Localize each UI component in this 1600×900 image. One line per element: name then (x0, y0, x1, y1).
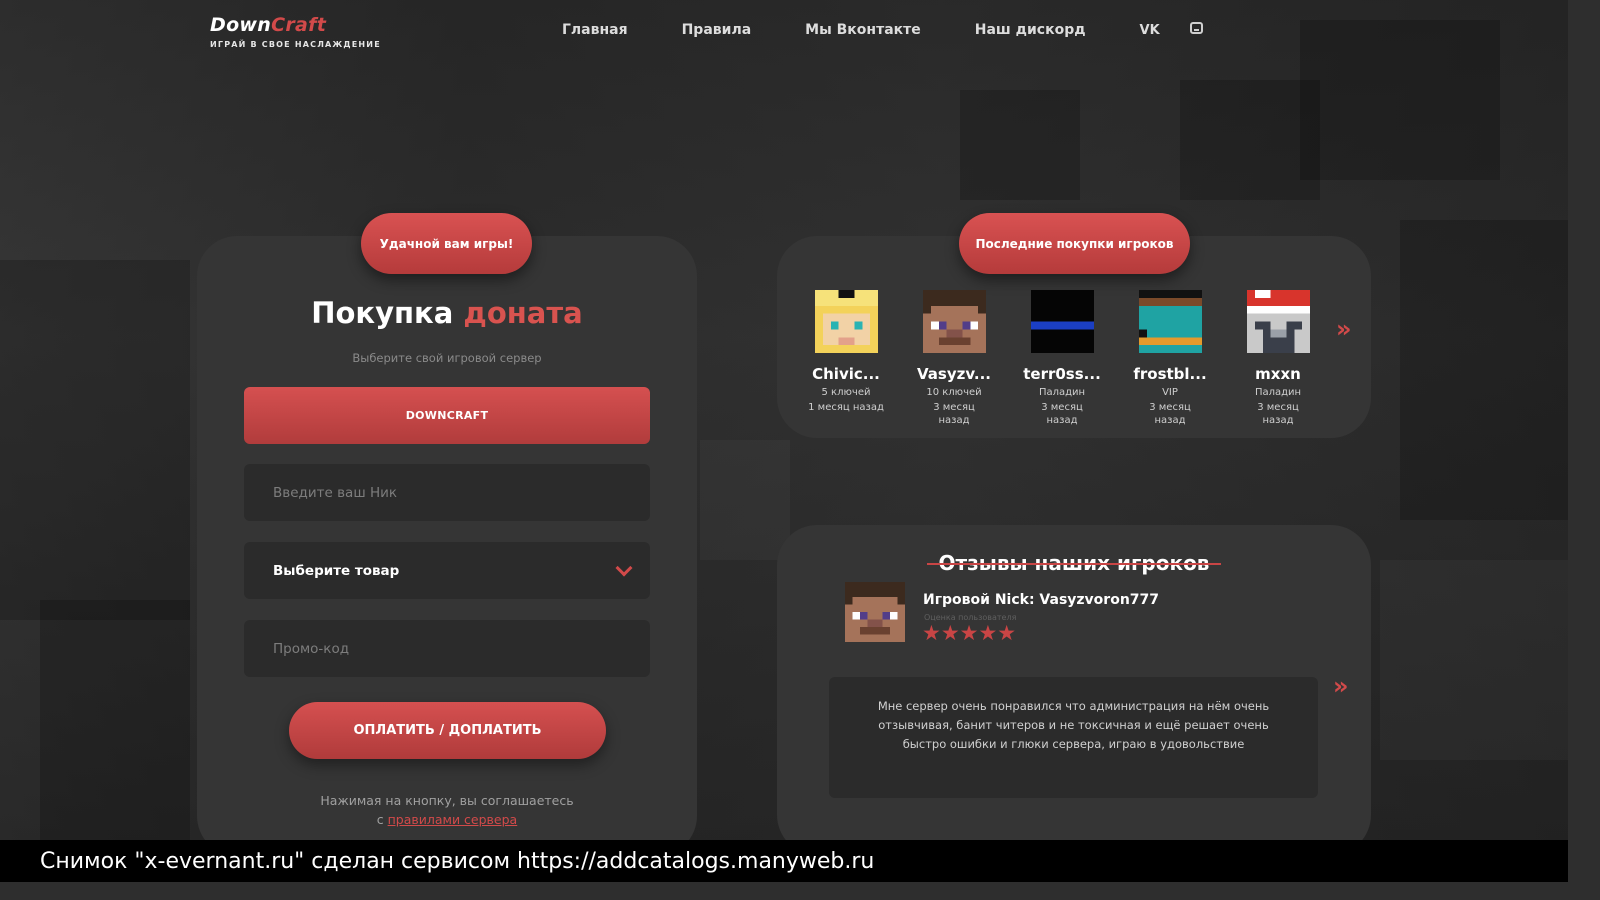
product-select[interactable]: Выберите товар (244, 542, 650, 599)
vk-icon[interactable]: VK (1140, 23, 1160, 38)
buyer-name: mxxn (1255, 365, 1301, 383)
server-hint: Выберите свой игровой сервер (352, 351, 542, 365)
logo-title: DownCraft (210, 14, 327, 36)
player-avatar (1138, 290, 1202, 353)
player-avatar (922, 290, 986, 353)
double-chevron-right-icon[interactable]: » (1336, 315, 1352, 343)
logo-tagline: ИГРАЙ В СВОЕ НАСЛАЖДЕНИЕ (210, 40, 381, 49)
recent-purchases-badge: Последние покупки игроков (959, 213, 1190, 274)
list-item: mxxn Паладин 3 месяц назад (1224, 290, 1332, 427)
player-avatar (1030, 290, 1094, 353)
nav-item-vk[interactable]: Мы Вконтакте (805, 22, 921, 38)
buyer-name: Vasyzv... (917, 365, 991, 383)
discord-icon[interactable] (1189, 22, 1203, 34)
buyer-time: 3 месяц назад (933, 402, 975, 426)
double-chevron-right-icon[interactable]: » (1333, 672, 1349, 700)
nav-item-discord[interactable]: Наш дискорд (975, 22, 1086, 38)
buyer-item: 10 ключей (926, 387, 982, 398)
buyer-time: 3 месяц назад (1257, 402, 1299, 426)
product-select-label: Выберите товар (273, 562, 400, 579)
server-rules-link[interactable]: правилами сервера (388, 812, 518, 827)
list-item: terr0ss... Паладин 3 месяц назад (1008, 290, 1116, 427)
agreement-text: Нажимая на кнопку, вы соглашаетесь с пра… (320, 793, 574, 827)
buyer-item: VIP (1162, 387, 1178, 398)
list-item: Chivic... 5 ключей 1 месяц назад (792, 290, 900, 427)
nick-input[interactable] (273, 484, 613, 501)
buyer-name: terr0ss... (1023, 365, 1101, 383)
list-item: frostbl... VIP 3 месяц назад (1116, 290, 1224, 427)
main-nav: Главная Правила Мы Вконтакте Наш дискорд… (562, 22, 1203, 38)
site-logo[interactable]: DownCraft ИГРАЙ В СВОЕ НАСЛАЖДЕНИЕ (210, 14, 381, 49)
chevron-down-icon (615, 559, 633, 577)
page-title: Покупка доната (311, 296, 583, 330)
buyer-item: Паладин (1038, 387, 1086, 398)
player-avatar (814, 290, 878, 353)
buyers-list: Chivic... 5 ключей 1 месяц назад Vasyzv.… (792, 290, 1332, 427)
buyer-name: frostbl... (1133, 365, 1207, 383)
server-select-button[interactable]: DOWNCRAFT (244, 387, 650, 444)
reviewer-nick: Игровой Nick: Vasyzvoron777 (923, 592, 1160, 608)
rating-stars: ★★★★★ (922, 621, 1017, 645)
buyer-item: 5 ключей (821, 387, 871, 398)
pay-button[interactable]: ОПЛАТИТЬ / ДОПЛАТИТЬ (289, 702, 606, 759)
list-item: Vasyzv... 10 ключей 3 месяц назад (900, 290, 1008, 427)
promo-input[interactable] (273, 640, 613, 657)
review-text: Мне сервер очень понравился что админист… (829, 677, 1318, 798)
buyer-time: 3 месяц назад (1149, 402, 1191, 426)
reviewer-avatar (845, 582, 905, 642)
nick-field[interactable] (244, 464, 650, 521)
buyer-name: Chivic... (812, 365, 880, 383)
buyer-time: 3 месяц назад (1041, 402, 1083, 426)
good-luck-badge: Удачной вам игры! (361, 213, 532, 274)
promo-field[interactable] (244, 620, 650, 677)
player-avatar (1246, 290, 1310, 353)
nav-item-rules[interactable]: Правила (682, 22, 752, 38)
screenshot-caption: Снимок "x-evernant.ru" сделан сервисом h… (0, 840, 1568, 882)
reviews-title: Отзывы наших игроков (777, 551, 1371, 575)
buyer-time: 1 месяц назад (808, 402, 884, 413)
buyer-item: Паладин (1254, 387, 1302, 398)
nav-item-home[interactable]: Главная (562, 22, 628, 38)
